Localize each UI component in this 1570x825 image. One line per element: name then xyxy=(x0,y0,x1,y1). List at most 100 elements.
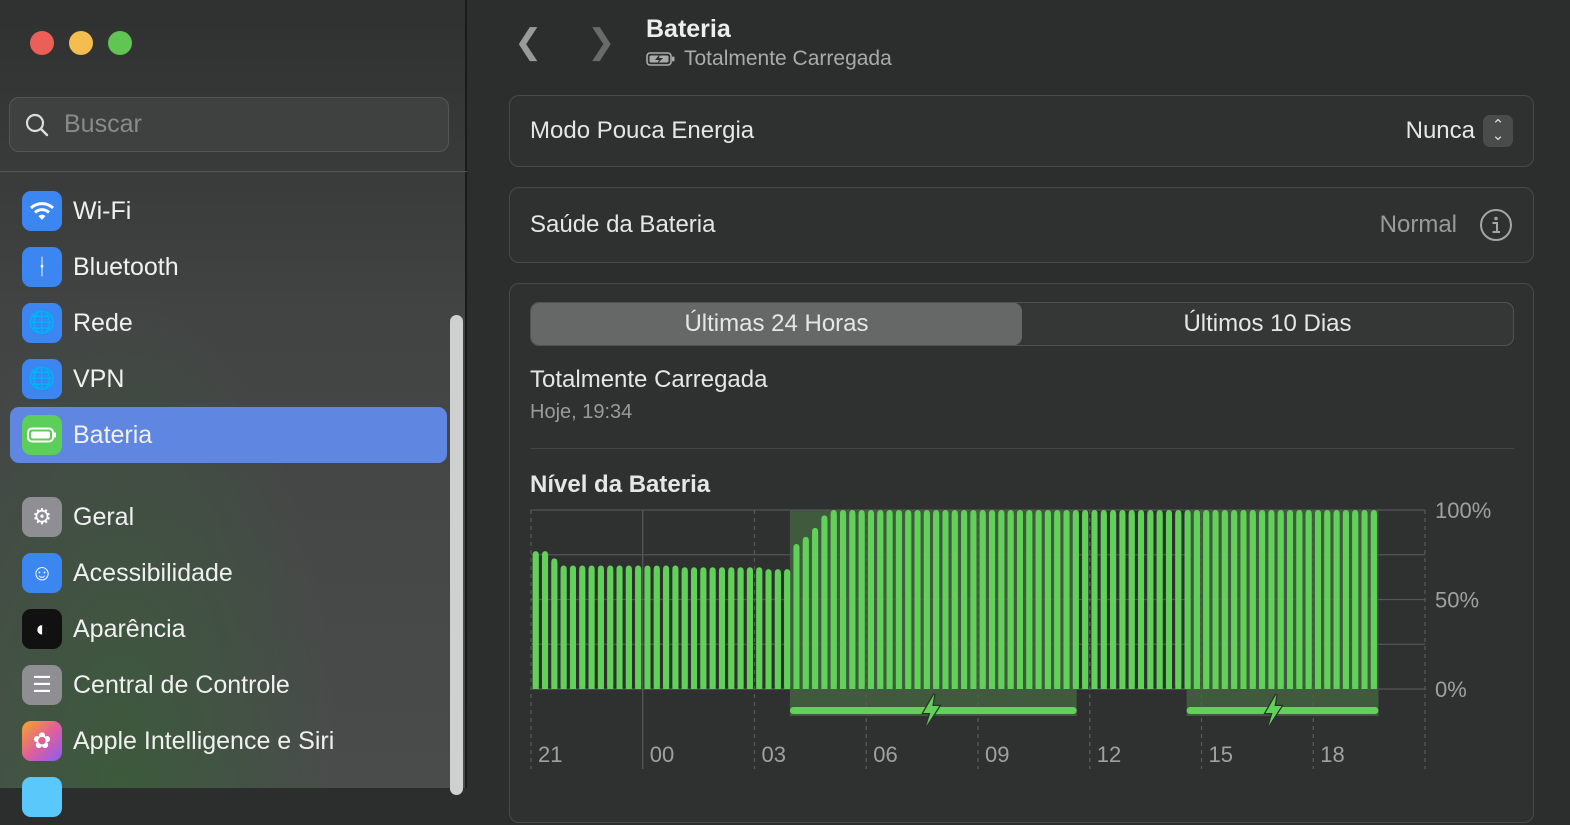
search-icon xyxy=(25,113,49,136)
battery-level-bar-base xyxy=(886,514,893,689)
battery-level-bar-base xyxy=(802,540,809,689)
forward-button[interactable]: ❯ xyxy=(587,22,616,62)
battery-level-bar-base xyxy=(830,514,837,689)
battery-level-bar-base xyxy=(1305,514,1312,689)
wifi-icon xyxy=(22,191,62,231)
sidebar-item-rede[interactable]: 🌐 Rede xyxy=(10,295,447,351)
sidebar-item-apar-ncia[interactable]: ◐ Aparência xyxy=(10,601,447,657)
sidebar-item-label: Wi-Fi xyxy=(73,196,132,225)
battery-level-bar-base xyxy=(681,571,688,689)
x-tick-label: 06 xyxy=(873,742,897,767)
usage-card: Últimas 24 Horas Últimos 10 Dias Totalme… xyxy=(509,283,1534,823)
battery-level-bar-base xyxy=(923,514,930,689)
sidebar-item-bluetooth[interactable]: ᚽ Bluetooth xyxy=(10,239,447,295)
battery-level-bar-base xyxy=(1072,514,1079,689)
battery-level-bar-base xyxy=(1212,514,1219,689)
low-power-value: Nunca xyxy=(1405,117,1475,144)
battery-level-bar-base xyxy=(1026,514,1033,689)
info-icon[interactable] xyxy=(1479,208,1513,242)
sidebar-item-wi-fi[interactable]: Wi-Fi xyxy=(10,183,447,239)
battery-level-bar-base xyxy=(1184,514,1191,689)
sidebar-item-central-de-controle[interactable]: ☰ Central de Controle xyxy=(10,657,447,713)
battery-level-bar-base xyxy=(774,573,781,689)
accessibility-icon: ☺ xyxy=(22,553,62,593)
battery-level-bar-base xyxy=(1361,514,1368,689)
battery-level-bar-base xyxy=(588,569,595,689)
battery-level-bar-base xyxy=(914,514,921,689)
battery-level-bar-base xyxy=(756,571,763,689)
battery-level-bar-base xyxy=(607,569,614,689)
battery-level-bar-base xyxy=(672,569,679,689)
back-button[interactable]: ❮ xyxy=(514,22,543,62)
battery-level-bar-base xyxy=(1147,514,1154,689)
sidebar-item-label: Rede xyxy=(73,308,133,337)
page-title: Bateria xyxy=(646,15,731,43)
battery-level-bar-base xyxy=(858,514,865,689)
battery-level-bar-base xyxy=(849,514,856,689)
sidebar: Buscar Wi-Fi ᚽ Bluetooth 🌐 Rede 🌐 VPN Bateria ⚙ G… xyxy=(0,0,467,817)
battery-level-bar-base xyxy=(905,514,912,689)
battery-level-bar-base xyxy=(989,514,996,689)
battery-level-bar-base xyxy=(895,514,902,689)
low-power-label: Modo Pouca Energia xyxy=(530,117,755,144)
battery-level-bar-base xyxy=(1175,514,1182,689)
battery-level-bar-base xyxy=(1193,514,1200,689)
battery-level-bar-base xyxy=(1138,514,1145,689)
battery-level-bar-base xyxy=(709,571,716,689)
battery-level-bar-base xyxy=(1035,514,1042,689)
battery-level-bar-base xyxy=(951,514,958,689)
battery-level-bar-base xyxy=(635,569,642,689)
divider xyxy=(0,171,467,172)
x-tick-label: 09 xyxy=(985,742,1009,767)
battery-level-bar-base xyxy=(691,571,698,689)
battery-level-bar-base xyxy=(1221,514,1228,689)
battery-level-bar-base xyxy=(1231,514,1238,689)
search-field[interactable]: Buscar xyxy=(9,97,449,152)
battery-level-bar-base xyxy=(653,569,660,689)
battery-level-bar-base xyxy=(560,569,567,689)
sidebar-item-bateria[interactable]: Bateria xyxy=(10,407,447,463)
sidebar-item-label: Apple Intelligence e Siri xyxy=(73,726,335,755)
sidebar-item-apple-intelligence-e-siri[interactable]: ✿ Apple Intelligence e Siri xyxy=(10,713,447,769)
x-tick-label: 03 xyxy=(762,742,786,767)
sidebar-scrollbar[interactable] xyxy=(450,315,463,795)
battery-health-value: Normal xyxy=(1379,211,1457,238)
sidebar-item-vpn[interactable]: 🌐 VPN xyxy=(10,351,447,407)
battery-level-bar-base xyxy=(1203,514,1210,689)
battery-level-bar-base xyxy=(1249,514,1256,689)
battery-level-bar-base xyxy=(551,562,558,689)
bluetooth-icon: ᚽ xyxy=(22,247,62,287)
battery-level-bar-base xyxy=(1128,514,1135,689)
battery-level-bar-base xyxy=(1044,514,1051,689)
battery-level-bar-base xyxy=(1110,514,1117,689)
battery-level-bar-base xyxy=(821,519,828,689)
sidebar-item-label: Bluetooth xyxy=(73,252,179,281)
sidebar-item-partial[interactable] xyxy=(10,769,447,825)
sidebar-item-acessibilidade[interactable]: ☺ Acessibilidade xyxy=(10,545,447,601)
battery-level-bar-base xyxy=(1082,514,1089,689)
battery-level-bar-base xyxy=(979,514,986,689)
close-window-button[interactable] xyxy=(30,31,54,55)
x-tick-label: 21 xyxy=(538,742,562,767)
battery-level-bar-base xyxy=(877,514,884,689)
battery-charging-icon xyxy=(646,52,675,66)
battery-level-bar-base xyxy=(597,569,604,689)
search-placeholder: Buscar xyxy=(64,110,142,138)
battery-level-bar-base xyxy=(700,571,707,689)
page-subtitle: Totalmente Carregada xyxy=(684,47,892,70)
battery-level-bar-base xyxy=(737,571,744,689)
zoom-window-button[interactable] xyxy=(108,31,132,55)
battery-level-bar-base xyxy=(1352,514,1359,689)
battery-level-bar-base xyxy=(1268,514,1275,689)
minimize-window-button[interactable] xyxy=(69,31,93,55)
low-power-select[interactable]: Nunca ⌃ ⌄ xyxy=(1406,115,1513,147)
battery-level-chart: 21 00 03 06 09 12 15 18 100% 50% 0% xyxy=(530,498,1491,769)
battery-level-bar-base xyxy=(728,571,735,689)
battery-level-bar-base xyxy=(784,573,791,689)
battery-level-bar-base xyxy=(1156,514,1163,689)
battery-level-bar-base xyxy=(718,571,725,689)
battery-level-bar-base xyxy=(1259,514,1266,689)
sidebar-item-geral[interactable]: ⚙ Geral xyxy=(10,489,447,545)
battery-level-bar-base xyxy=(1054,514,1061,689)
sidebar-item-label: VPN xyxy=(73,364,125,393)
